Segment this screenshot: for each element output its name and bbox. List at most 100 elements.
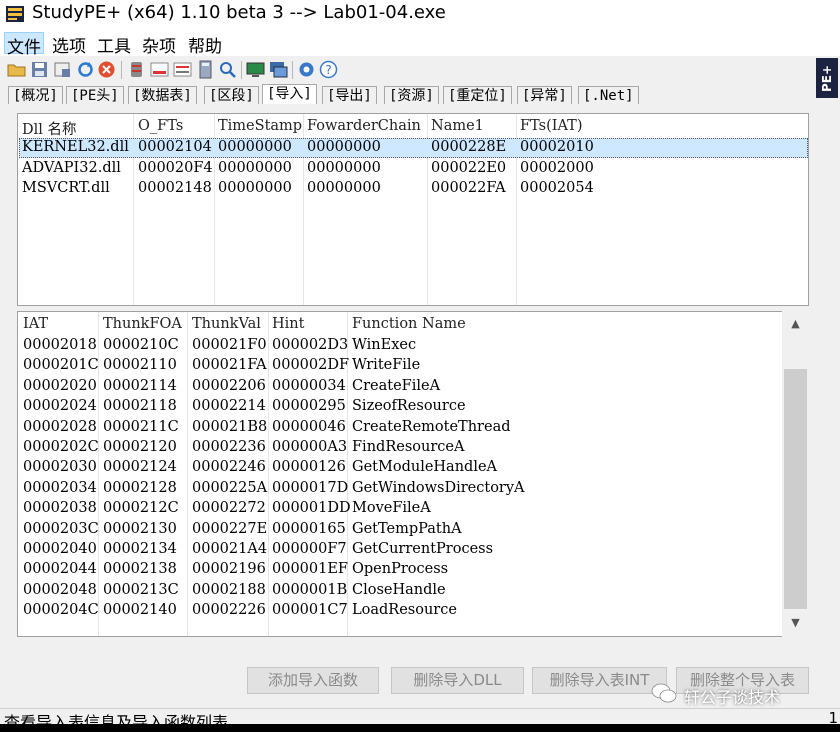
save-as-icon[interactable]: [53, 60, 72, 79]
tab-imports[interactable]: [导入]: [262, 84, 317, 104]
column-header-timestamp[interactable]: TimeStamp: [218, 118, 302, 134]
dll-row-dll-name-cell[interactable]: KERNEL32.dll: [22, 139, 129, 155]
scroll-up-arrow-icon[interactable]: ▲: [782, 312, 809, 336]
column-header-forwarder-chain[interactable]: FowarderChain: [307, 118, 421, 134]
hex-editor-icon[interactable]: [150, 60, 169, 79]
function-row-thunk-val-cell: 00002214: [192, 398, 266, 415]
function-list-scrollbar[interactable]: ▲ ▼: [782, 311, 809, 637]
function-row-function-name-cell[interactable]: WriteFile: [352, 357, 420, 373]
function-row-iat-cell: 00002044: [23, 561, 97, 578]
function-row-thunk-val-cell: 000021F0: [192, 337, 267, 353]
dll-row-iat-cell: 00002054: [520, 180, 594, 196]
column-header-name1[interactable]: Name1: [431, 118, 484, 134]
dll-row-dll-name-cell[interactable]: MSVCRT.dll: [22, 180, 110, 196]
column-divider: [268, 312, 269, 636]
menu-tools[interactable]: 工具: [95, 32, 133, 57]
column-header-thunk-val[interactable]: ThunkVal: [192, 316, 261, 332]
menu-bar: 文件 选项 工具 杂项 帮助: [0, 30, 840, 58]
function-row-thunk-foa-cell: 00002130: [103, 520, 177, 537]
function-row-function-name-cell[interactable]: OpenProcess: [352, 561, 448, 577]
gear-icon[interactable]: [297, 60, 316, 79]
import-function-list[interactable]: IAT ThunkFOA ThunkVal Hint Function Name…: [17, 311, 809, 637]
function-row-function-name-cell[interactable]: LoadResource: [352, 602, 457, 618]
dll-row-dll-name-cell[interactable]: ADVAPI32.dll: [22, 160, 121, 176]
delete-import-int-button[interactable]: 删除导入表INT: [532, 667, 667, 694]
function-row-thunk-val-cell: 0000225A: [192, 479, 268, 496]
function-row-function-name-cell[interactable]: CreateFileA: [352, 378, 440, 394]
function-row-hint-cell: 000000F7: [272, 541, 347, 557]
function-row-function-name-cell[interactable]: GetWindowsDirectoryA: [352, 480, 525, 496]
function-row-hint-cell: 000001DD: [272, 500, 351, 517]
menu-options[interactable]: 选项: [50, 32, 88, 57]
scroll-thumb[interactable]: [784, 369, 807, 609]
function-row-hint-cell: 00000126: [272, 459, 346, 476]
dll-list[interactable]: Dll 名称 O_FTs TimeStamp FowarderChain Nam…: [17, 113, 809, 306]
toolbar: ?: [0, 56, 840, 84]
function-row-function-name-cell[interactable]: GetModuleHandleA: [352, 459, 497, 475]
menu-help[interactable]: 帮助: [186, 32, 224, 57]
dll-row-oft-cell: 000020F4: [138, 159, 213, 176]
database-icon[interactable]: [127, 60, 146, 79]
menu-file[interactable]: 文件: [4, 32, 44, 58]
refresh-icon[interactable]: [76, 60, 95, 79]
watermark-text: 轩公子谈技术: [684, 688, 781, 707]
dll-row-timestamp-cell: 00000000: [218, 139, 292, 155]
function-row-hint-cell: 000000A3: [272, 439, 348, 455]
function-row-hint-cell: 00000295: [272, 398, 346, 415]
calculator-icon[interactable]: [196, 60, 215, 79]
column-header-iat[interactable]: FTs(IAT): [520, 118, 583, 134]
function-row-function-name-cell[interactable]: MoveFileA: [352, 500, 431, 516]
function-row-hint-cell: 000001EF: [272, 561, 348, 578]
function-row-iat-cell: 00002020: [23, 377, 97, 394]
add-import-function-button[interactable]: 添加导入函数: [247, 667, 379, 694]
close-file-icon[interactable]: [97, 60, 116, 79]
delete-import-dll-button[interactable]: 删除导入DLL: [391, 667, 524, 694]
function-row-thunk-val-cell: 00002226: [192, 602, 266, 619]
tab-data-directories[interactable]: [数据表]: [128, 86, 197, 104]
monitor-icon[interactable]: [246, 60, 265, 79]
function-row-function-name-cell[interactable]: CloseHandle: [352, 582, 446, 598]
column-header-hint[interactable]: Hint: [272, 316, 304, 332]
function-row-iat-cell: 00002040: [23, 541, 97, 557]
disasm-icon[interactable]: [173, 60, 192, 79]
column-divider: [187, 312, 188, 636]
function-row-thunk-foa-cell: 00002128: [103, 479, 177, 496]
toolbar-separator: [292, 61, 293, 79]
tab-relocations[interactable]: [重定位]: [443, 86, 512, 104]
tab-resources[interactable]: [资源]: [384, 86, 439, 104]
tab-exceptions[interactable]: [异常]: [517, 86, 572, 104]
dll-row-forwarder-chain-cell: 00000000: [307, 159, 381, 176]
function-row-hint-cell: 000001C7: [272, 602, 348, 619]
open-folder-icon[interactable]: [7, 60, 26, 79]
save-icon[interactable]: [30, 60, 49, 79]
scroll-down-arrow-icon[interactable]: ▼: [782, 611, 809, 635]
column-header-iat[interactable]: IAT: [23, 316, 48, 332]
function-row-iat-cell: 0000202C: [23, 439, 99, 455]
function-row-iat-cell: 00002034: [23, 479, 97, 496]
column-header-thunk-foa[interactable]: ThunkFOA: [103, 316, 182, 332]
help-icon[interactable]: ?: [319, 60, 338, 79]
process-icon[interactable]: [269, 60, 288, 79]
toolbar-separator: [241, 61, 242, 79]
function-row-thunk-val-cell: 00002236: [192, 439, 266, 455]
search-icon[interactable]: [218, 60, 237, 79]
column-header-dll-name[interactable]: Dll 名称: [22, 118, 77, 139]
function-row-iat-cell: 0000201C: [23, 357, 99, 374]
function-row-hint-cell: 0000001B: [272, 581, 348, 598]
pe-plus-badge: PE+: [816, 58, 838, 98]
tab-pe-header[interactable]: [PE头]: [66, 86, 124, 104]
function-row-function-name-cell[interactable]: GetTempPathA: [352, 521, 462, 537]
tab-overview[interactable]: [概况]: [8, 86, 63, 104]
window-title: StudyPE+ (x64) 1.10 beta 3 --> Lab01-04.…: [32, 2, 446, 23]
column-header-oft[interactable]: O_FTs: [138, 118, 183, 134]
tab-dotnet[interactable]: [.Net]: [578, 86, 639, 104]
function-row-function-name-cell[interactable]: WinExec: [352, 337, 416, 353]
menu-misc[interactable]: 杂项: [140, 32, 178, 57]
function-row-function-name-cell[interactable]: CreateRemoteThread: [352, 419, 511, 435]
tab-exports[interactable]: [导出]: [322, 86, 377, 104]
function-row-function-name-cell[interactable]: FindResourceA: [352, 439, 464, 455]
tab-sections[interactable]: [区段]: [204, 86, 259, 104]
function-row-function-name-cell[interactable]: SizeofResource: [352, 398, 466, 414]
function-row-function-name-cell[interactable]: GetCurrentProcess: [352, 541, 493, 557]
column-header-function-name[interactable]: Function Name: [352, 316, 466, 332]
